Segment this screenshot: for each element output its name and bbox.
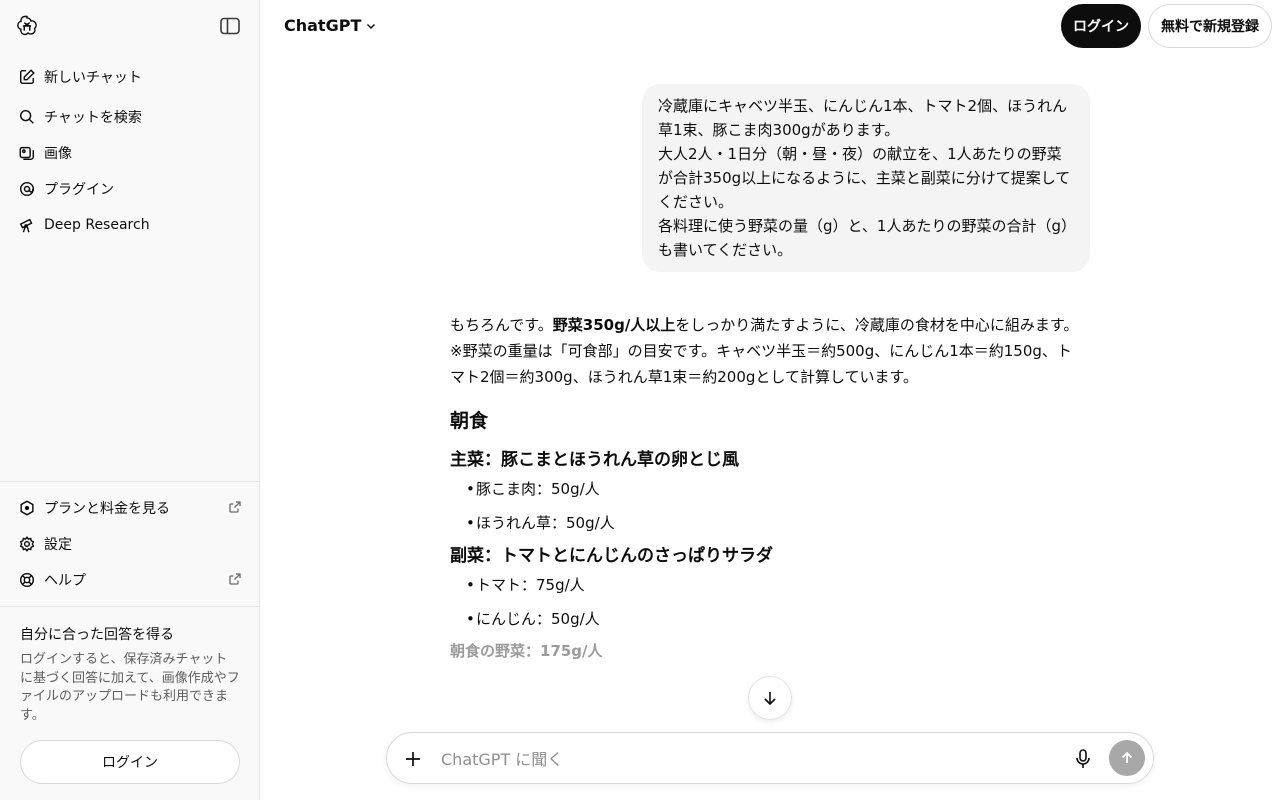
sidebar-item-label: Deep Research [44, 217, 150, 233]
header-login-button[interactable]: ログイン [1061, 4, 1141, 48]
breakfast-heading: 朝食 [450, 410, 489, 432]
sidebar-item-label: チャットを検索 [44, 110, 142, 126]
sidebar-item-label: 画像 [44, 146, 72, 162]
sidebar-item-label: 設定 [44, 537, 72, 553]
composer [386, 732, 1154, 784]
plus-icon[interactable] [403, 749, 423, 769]
user-message-bubble: 冷蔵庫にキャベツ半玉、にんじん1本、トマト2個、ほうれん草1束、豚こま肉300g… [642, 84, 1090, 272]
assistant-message: もちろんです。野菜350g/人以上をしっかり満たすように、冷蔵庫の食材を中心に組… [450, 312, 1080, 662]
intro-text: をしっかり満たすように、冷蔵庫の食材を中心に組みます。 [675, 316, 1079, 334]
breakfast-main-title: 主菜：豚こまとほうれん草の卵とじ風 [450, 450, 739, 470]
plan-icon [20, 500, 34, 516]
telescope-icon [19, 218, 33, 233]
promo-description: ログインすると、保存済みチャットに基づく回答に加えて、画像作成やファイルのアップ… [20, 652, 240, 723]
search-icon [19, 109, 34, 124]
edit-icon [19, 69, 35, 85]
answer-note: ※野菜の重量は「可食部」の目安です。キャベツ半玉＝約500g、にんじん1本＝約1… [450, 342, 1072, 386]
openai-logo-icon[interactable] [16, 15, 38, 37]
microphone-icon[interactable] [1073, 748, 1093, 770]
external-link-icon [229, 573, 241, 585]
plugin-icon [19, 181, 35, 197]
intro-text: もちろんです。 [450, 316, 553, 334]
list-item: ほうれん草：50g/人 [466, 510, 1080, 536]
user-message-line: 冷蔵庫にキャベツ半玉、にんじん1本、トマト2個、ほうれん草1束、豚こま肉300g… [658, 97, 1068, 139]
sidebar-login-button[interactable]: ログイン [20, 740, 240, 784]
user-message-line: 大人2人・1日分（朝・昼・夜）の献立を、1人あたりの野菜が合計350g以上になる… [658, 145, 1071, 211]
breakfast-side-list: トマト：75g/人 にんじん：50g/人 [450, 572, 1080, 632]
promo-title: 自分に合った回答を得る [20, 627, 174, 643]
prompt-input[interactable] [441, 746, 1041, 772]
sidebar-item-plans[interactable]: プランと料金を見る [8, 491, 252, 525]
sidebar: 新しいチャット チャットを検索 画像 プラグイン Deep Research プ… [0, 0, 260, 800]
sidebar-toggle-icon[interactable] [219, 16, 241, 36]
sidebar-item-label: 新しいチャット [44, 70, 142, 86]
image-icon [19, 146, 35, 161]
arrow-down-icon [764, 692, 776, 706]
sidebar-item-help[interactable]: ヘルプ [8, 563, 252, 597]
sidebar-item-search-chats[interactable]: チャットを検索 [8, 100, 252, 134]
sidebar-item-label: ヘルプ [44, 573, 86, 589]
scroll-to-bottom-button[interactable] [748, 676, 792, 720]
model-name: ChatGPT [284, 16, 362, 35]
model-selector[interactable]: ChatGPT [284, 16, 377, 35]
list-item: トマト：75g/人 [466, 572, 1080, 598]
chevron-down-icon [367, 23, 376, 29]
sidebar-divider [0, 606, 259, 607]
sidebar-item-plugins[interactable]: プラグイン [8, 172, 252, 206]
sidebar-divider [0, 481, 259, 482]
sidebar-item-images[interactable]: 画像 [8, 136, 252, 170]
answer-intro: もちろんです。野菜350g/人以上をしっかり満たすように、冷蔵庫の食材を中心に組… [450, 312, 1080, 338]
help-icon [19, 572, 35, 588]
breakfast-side-title: 副菜：トマトとにんじんのさっぱりサラダ [450, 546, 773, 566]
sidebar-item-label: プランと料金を見る [44, 501, 170, 517]
breakfast-total: 朝食の野菜：175g/人 [450, 642, 603, 660]
sidebar-item-new-chat[interactable]: 新しいチャット [8, 60, 252, 94]
arrow-up-icon [1121, 751, 1133, 763]
user-message-line: 各料理に使う野菜の量（g）と、1人あたりの野菜の合計（g）も書いてください。 [658, 217, 1069, 259]
send-button[interactable] [1109, 740, 1145, 776]
external-link-icon [229, 501, 241, 513]
breakfast-main-list: 豚こま肉：50g/人 ほうれん草：50g/人 [450, 476, 1080, 536]
list-item: にんじん：50g/人 [466, 606, 1080, 632]
sidebar-item-settings[interactable]: 設定 [8, 527, 252, 561]
list-item: 豚こま肉：50g/人 [466, 476, 1080, 502]
sidebar-item-label: プラグイン [44, 182, 114, 198]
intro-emphasis: 野菜350g/人以上 [552, 316, 676, 334]
gear-icon [19, 536, 35, 552]
signup-button[interactable]: 無料で新規登録 [1148, 4, 1272, 48]
sidebar-item-deep-research[interactable]: Deep Research [8, 208, 252, 242]
